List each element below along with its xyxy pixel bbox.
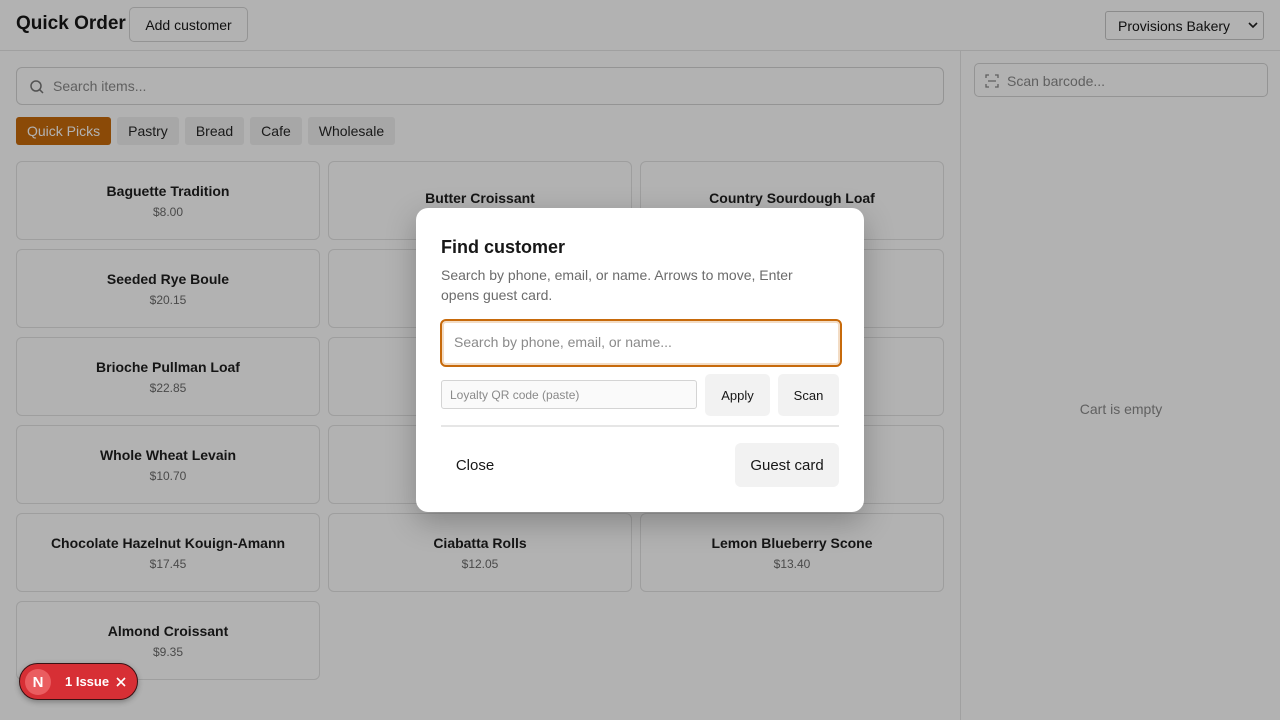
customer-search-input[interactable]: Search by phone, email, or name... xyxy=(440,319,842,367)
close-icon[interactable] xyxy=(115,676,127,688)
customer-search-placeholder: Search by phone, email, or name... xyxy=(454,334,672,350)
issue-badge[interactable]: N 1 Issue xyxy=(19,663,138,700)
issue-count: 1 Issue xyxy=(65,674,110,689)
guest-card-button[interactable]: Guest card xyxy=(735,443,839,487)
scan-button[interactable]: Scan xyxy=(778,374,839,416)
issue-avatar: N xyxy=(25,669,51,695)
dialog-divider xyxy=(441,425,839,427)
loyalty-qr-placeholder: Loyalty QR code (paste) xyxy=(450,388,580,402)
dialog-description: Search by phone, email, or name. Arrows … xyxy=(441,267,793,303)
loyalty-qr-input[interactable]: Loyalty QR code (paste) xyxy=(441,380,697,409)
close-button[interactable]: Close xyxy=(441,443,509,487)
apply-button[interactable]: Apply xyxy=(705,374,770,416)
dialog-title: Find customer xyxy=(441,237,566,257)
find-customer-dialog: Find customer Search by phone, email, or… xyxy=(416,208,864,512)
